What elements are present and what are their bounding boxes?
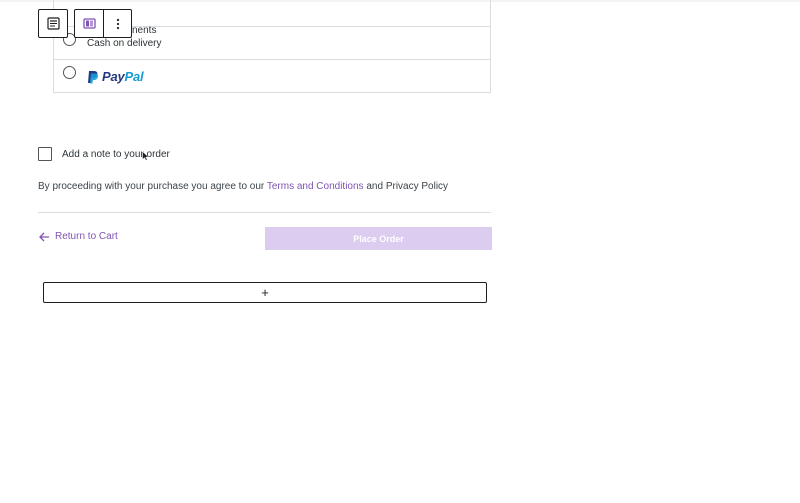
checkout-block-icon — [46, 17, 60, 30]
privacy-policy-text: Privacy Policy — [385, 181, 449, 192]
paypal-icon — [88, 70, 99, 83]
payment-option-label: Cash on delivery — [87, 38, 162, 49]
toolbar-group-block — [74, 9, 132, 38]
actions-divider — [38, 212, 491, 213]
radio-paypal[interactable] — [63, 66, 76, 79]
paypal-logo: PayPal — [87, 69, 144, 84]
order-note-checkbox[interactable] — [38, 147, 52, 161]
more-options-button[interactable] — [103, 10, 131, 37]
return-to-cart-link[interactable]: Return to Cart — [39, 231, 118, 242]
order-note-label: Add a note to your order — [62, 149, 170, 160]
arrow-left-icon — [39, 232, 49, 241]
add-block-button[interactable]: + — [43, 282, 487, 303]
return-to-cart-label: Return to Cart — [55, 231, 118, 242]
columns-icon — [82, 18, 96, 29]
terms-and: and — [363, 181, 386, 192]
toolbar-group-parent — [38, 9, 68, 38]
mouse-cursor-icon — [142, 151, 149, 161]
plus-icon: + — [261, 285, 269, 300]
terms-prefix: By proceeding with your purchase you agr… — [38, 181, 267, 192]
terms-link[interactable]: Terms and Conditions — [267, 181, 364, 192]
select-parent-block-button[interactable] — [39, 10, 67, 37]
paypal-pay-text: Pay — [102, 69, 125, 84]
terms-notice: By proceeding with your purchase you agr… — [38, 181, 448, 192]
payment-option-paypal[interactable]: PayPal — [54, 59, 490, 92]
vertical-ellipsis-icon — [116, 18, 119, 29]
paypal-pal-text: Pal — [124, 69, 144, 84]
payment-option-partial-label: nents — [132, 25, 157, 36]
place-order-button[interactable]: Place Order — [265, 227, 492, 250]
block-type-button[interactable] — [75, 10, 103, 37]
block-toolbar — [38, 9, 132, 38]
